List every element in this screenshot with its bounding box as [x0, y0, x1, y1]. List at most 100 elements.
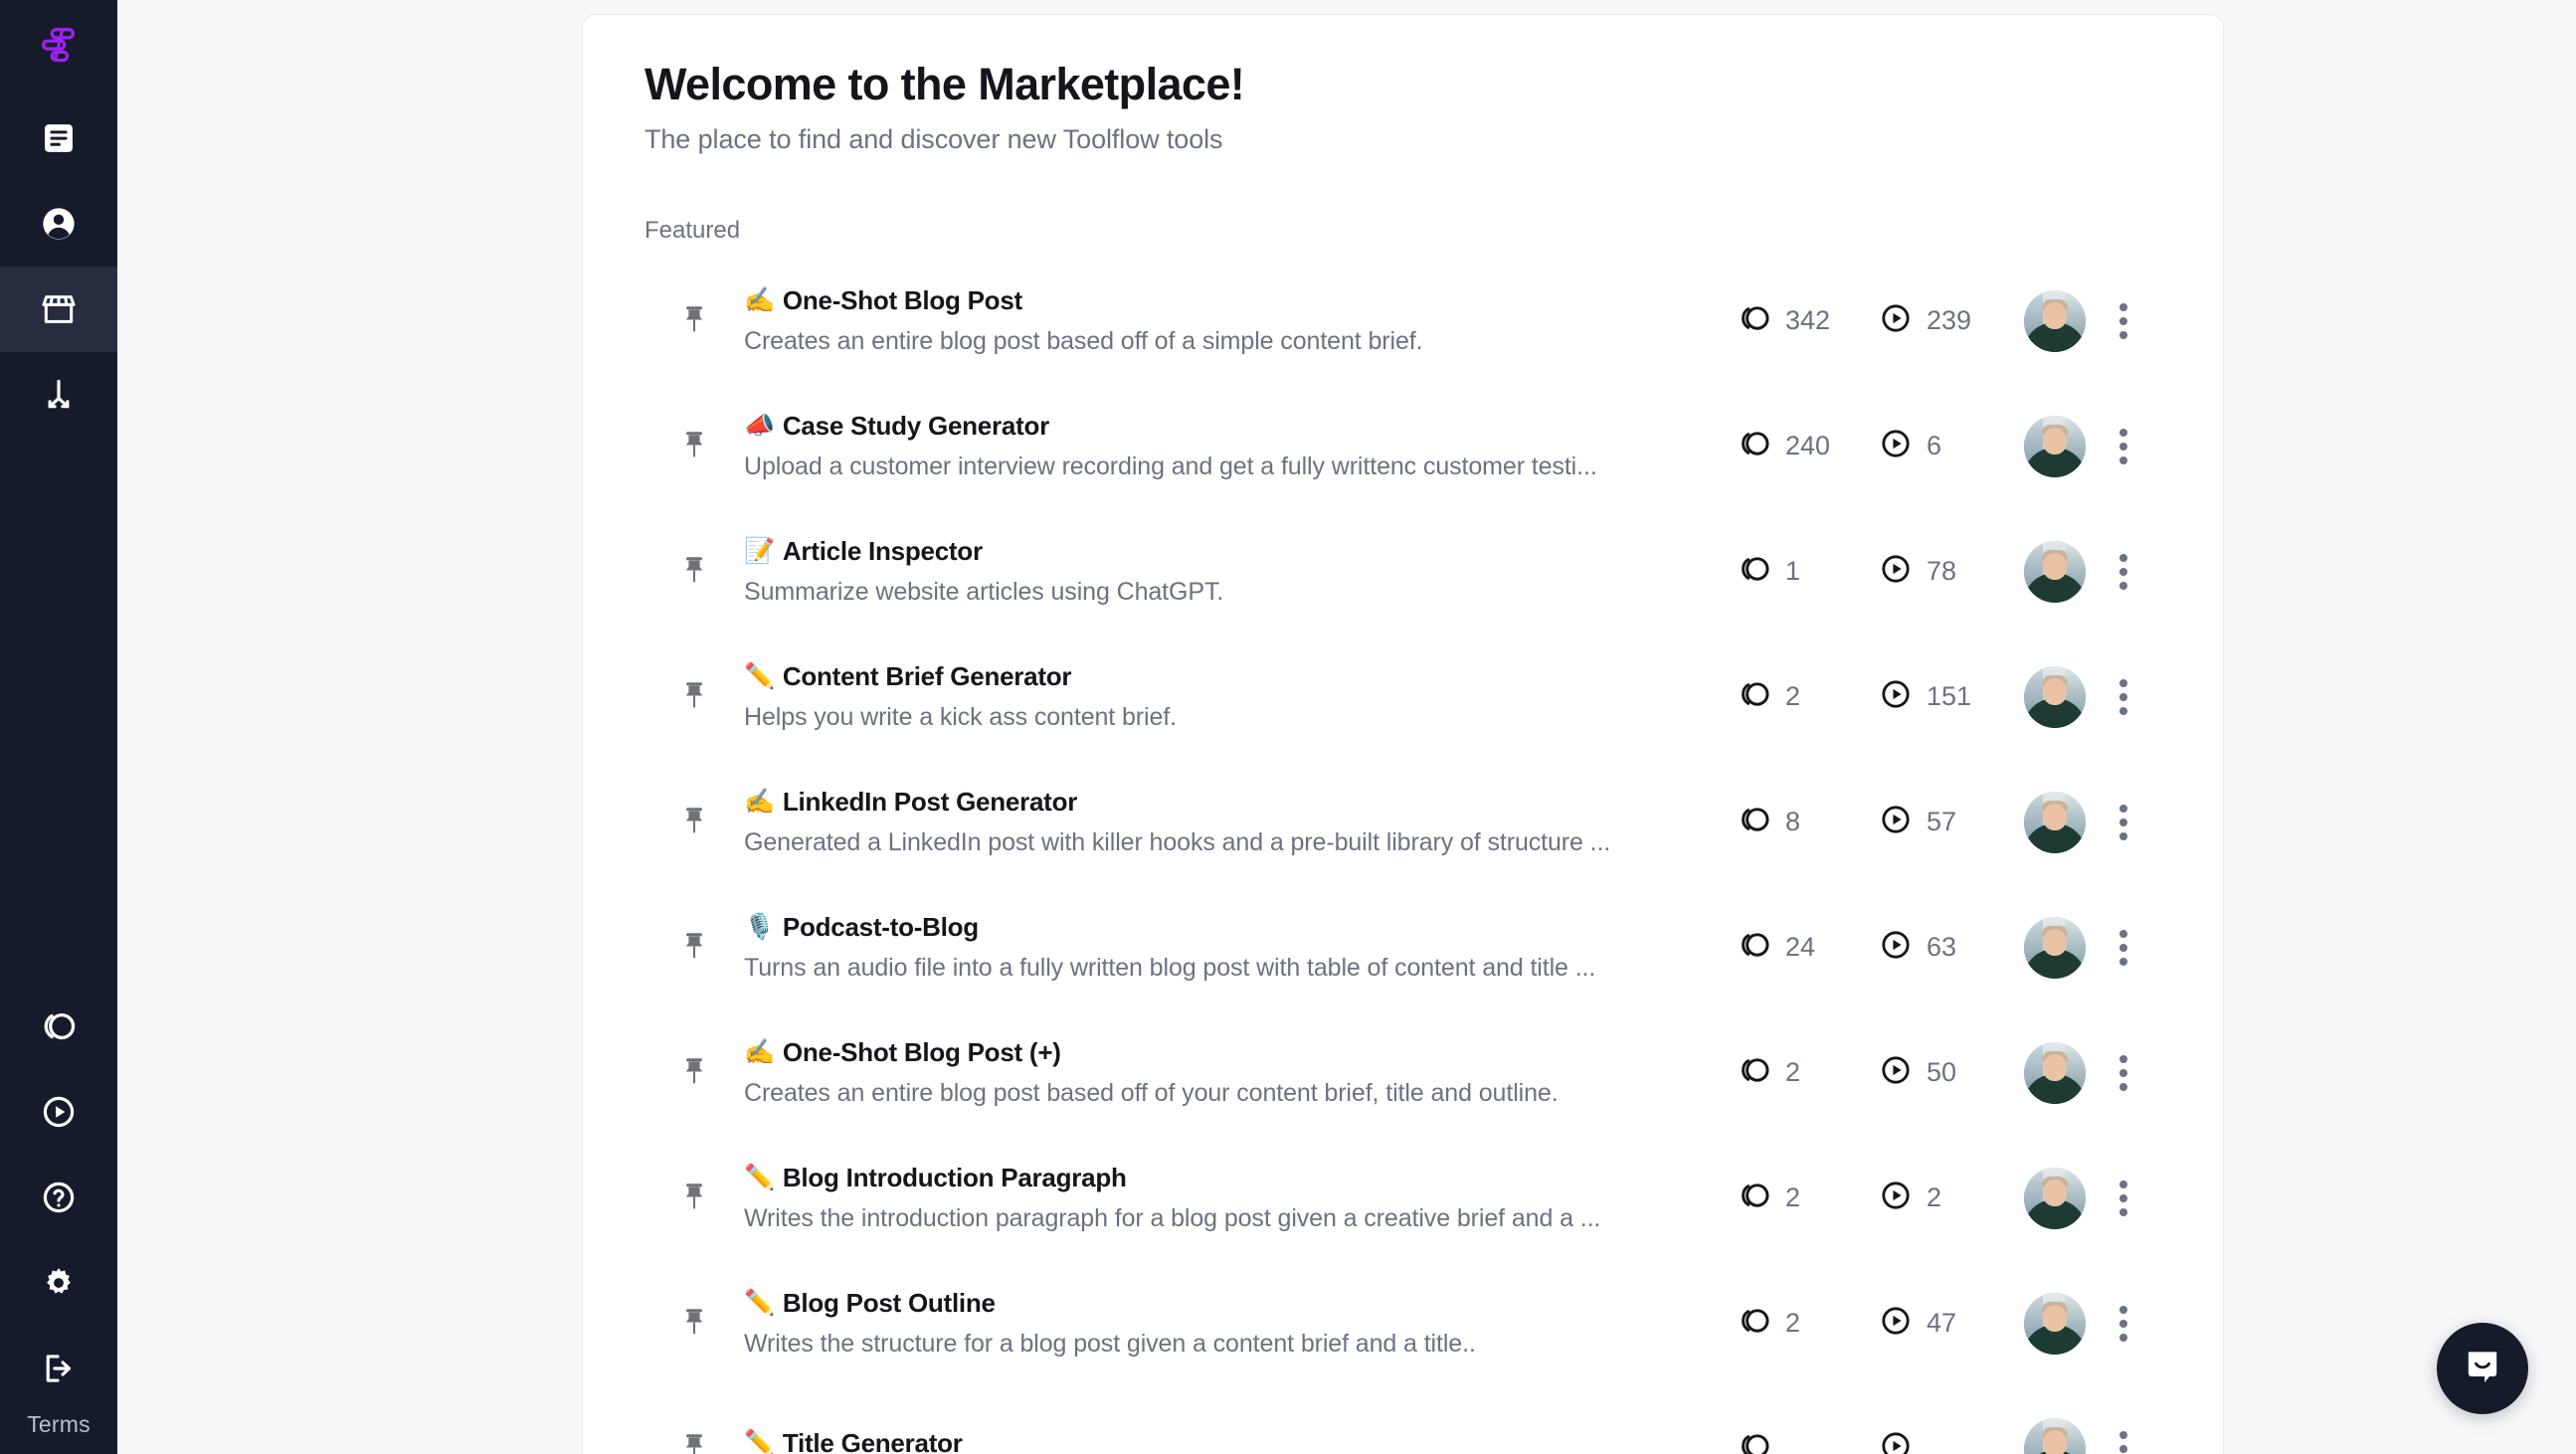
play-icon	[1879, 1053, 1913, 1092]
tool-title: ✏️ Blog Post Outline	[744, 1288, 1712, 1319]
tool-row[interactable]: ✏️ Blog Post Outline Writes the structure …	[644, 1261, 2161, 1386]
tool-title-text: One-Shot Blog Post	[782, 285, 1022, 316]
clone-icon	[1738, 928, 1771, 967]
clone-count: 342	[1785, 305, 1831, 336]
tool-info: ✍️ One-Shot Blog Post Creates an entire bl…	[744, 285, 1738, 356]
clone-icon	[1738, 1179, 1771, 1217]
app-root: Terms Welcome to the Marketplace! The pl…	[0, 0, 2576, 1454]
clone-count-stat: 8	[1738, 803, 1865, 841]
row-overflow-menu-button[interactable]	[2086, 1054, 2161, 1091]
tool-emoji: 📣	[744, 412, 775, 441]
sidebar-item-flows[interactable]	[0, 352, 117, 438]
clone-count: 2	[1785, 1308, 1801, 1339]
tool-title: 🎙️ Podcast-to-Blog	[744, 912, 1712, 943]
avatar	[2024, 916, 2086, 979]
pin-button[interactable]	[644, 1307, 744, 1341]
sidebar-item-help[interactable]	[0, 1155, 117, 1240]
tool-title: ✍️ LinkedIn Post Generator	[744, 787, 1712, 818]
more-vertical-icon	[2119, 1305, 2127, 1342]
clone-count-stat: 2	[1738, 1304, 1865, 1343]
pin-icon	[680, 1181, 708, 1215]
tool-title: ✍️ One-Shot Blog Post	[744, 285, 1712, 316]
tool-row[interactable]: ✍️ LinkedIn Post Generator Generated a Lin…	[644, 760, 2161, 885]
pin-button[interactable]	[644, 304, 744, 338]
tool-emoji: ✏️	[744, 1428, 775, 1454]
run-count-stat: 57	[1879, 803, 2008, 841]
play-icon	[1879, 1304, 1913, 1343]
pin-icon	[680, 430, 708, 463]
clone-count: 24	[1785, 932, 1816, 963]
sidebar-item-settings[interactable]	[0, 1240, 117, 1326]
tool-info: ✍️ LinkedIn Post Generator Generated a Lin…	[744, 787, 1738, 857]
pin-icon	[680, 680, 708, 714]
row-overflow-menu-button[interactable]	[2086, 428, 2161, 464]
tool-row[interactable]: 🎙️ Podcast-to-Blog Turns an audio file int…	[644, 885, 2161, 1010]
run-count: 6	[1927, 431, 1942, 461]
run-count: 2	[1927, 1182, 1942, 1213]
pin-icon	[680, 555, 708, 589]
tool-title: ✏️ Blog Introduction Paragraph	[744, 1163, 1712, 1193]
tool-info: ✏️ Content Brief Generator Helps you write…	[744, 661, 1738, 732]
terms-link[interactable]: Terms	[27, 1411, 91, 1454]
sidebar-item-runs[interactable]	[0, 1069, 117, 1155]
pin-button[interactable]	[644, 931, 744, 965]
run-count-stat: 78	[1879, 552, 2008, 591]
sidebar-item-marketplace[interactable]	[0, 267, 117, 352]
tool-row[interactable]: ✍️ One-Shot Blog Post Creates an entire bl…	[644, 259, 2161, 384]
clone-icon	[1738, 552, 1771, 591]
more-vertical-icon	[2119, 553, 2127, 590]
sidebar-item-clones[interactable]	[0, 984, 117, 1069]
play-icon	[1879, 1179, 1913, 1217]
marketplace-card: Welcome to the Marketplace! The place to…	[582, 14, 2224, 1454]
tool-title: ✏️ Title Generator	[744, 1428, 1712, 1454]
row-overflow-menu-button[interactable]	[2086, 553, 2161, 590]
pin-button[interactable]	[644, 430, 744, 463]
intercom-chat-icon	[2460, 1344, 2505, 1394]
sidebar: Terms	[0, 0, 117, 1454]
play-icon	[1879, 803, 1913, 841]
pin-button[interactable]	[644, 555, 744, 589]
tool-row[interactable]: ✍️ One-Shot Blog Post (+) Creates an entir…	[644, 1010, 2161, 1136]
play-icon	[40, 1093, 78, 1131]
play-icon	[1879, 427, 1913, 465]
intercom-chat-launcher[interactable]	[2437, 1323, 2528, 1414]
run-count-stat: 47	[1879, 1304, 2008, 1343]
page-title: Welcome to the Marketplace!	[644, 59, 1245, 109]
sidebar-item-documents[interactable]	[0, 95, 117, 181]
row-overflow-menu-button[interactable]	[2086, 804, 2161, 840]
clone-icon	[40, 1007, 78, 1045]
row-overflow-menu-button[interactable]	[2086, 1305, 2161, 1342]
sidebar-item-account[interactable]	[0, 181, 117, 267]
more-vertical-icon	[2119, 678, 2127, 715]
tool-title-text: Article Inspector	[782, 536, 983, 567]
tool-row[interactable]: ✏️ Content Brief Generator Helps you write…	[644, 635, 2161, 760]
clone-icon	[1738, 1053, 1771, 1092]
sidebar-item-logout[interactable]	[0, 1326, 117, 1411]
toolflow-logo-icon	[36, 25, 82, 71]
pin-button[interactable]	[644, 806, 744, 839]
pin-button[interactable]	[644, 1056, 744, 1090]
row-overflow-menu-button[interactable]	[2086, 678, 2161, 715]
featured-section-label: Featured	[644, 216, 741, 244]
run-count: 47	[1927, 1308, 1957, 1339]
tool-title: 📝 Article Inspector	[744, 536, 1712, 567]
row-overflow-menu-button[interactable]	[2086, 302, 2161, 339]
tool-description: Creates an entire blog post based off of…	[744, 1079, 1559, 1108]
row-overflow-menu-button[interactable]	[2086, 1430, 2161, 1454]
tool-row[interactable]: 📝 Article Inspector Summarize website arti…	[644, 509, 2161, 635]
help-icon	[40, 1179, 78, 1216]
tool-row[interactable]: 📣 Case Study Generator Upload a customer i…	[644, 384, 2161, 509]
avatar	[2024, 1041, 2086, 1104]
pin-button[interactable]	[644, 680, 744, 714]
tool-title-text: One-Shot Blog Post (+)	[782, 1037, 1061, 1068]
pin-button[interactable]	[644, 1432, 744, 1454]
row-overflow-menu-button[interactable]	[2086, 1180, 2161, 1216]
row-overflow-menu-button[interactable]	[2086, 929, 2161, 966]
tool-row[interactable]: ✏️ Blog Introduction Paragraph Writes the …	[644, 1136, 2161, 1261]
tool-row[interactable]: ✏️ Title Generator	[644, 1386, 2161, 1454]
sidebar-logo[interactable]	[0, 0, 117, 95]
run-count-stat: 2	[1879, 1179, 2008, 1217]
play-icon	[1879, 301, 1913, 340]
pin-button[interactable]	[644, 1181, 744, 1215]
clone-count: 2	[1785, 681, 1801, 712]
